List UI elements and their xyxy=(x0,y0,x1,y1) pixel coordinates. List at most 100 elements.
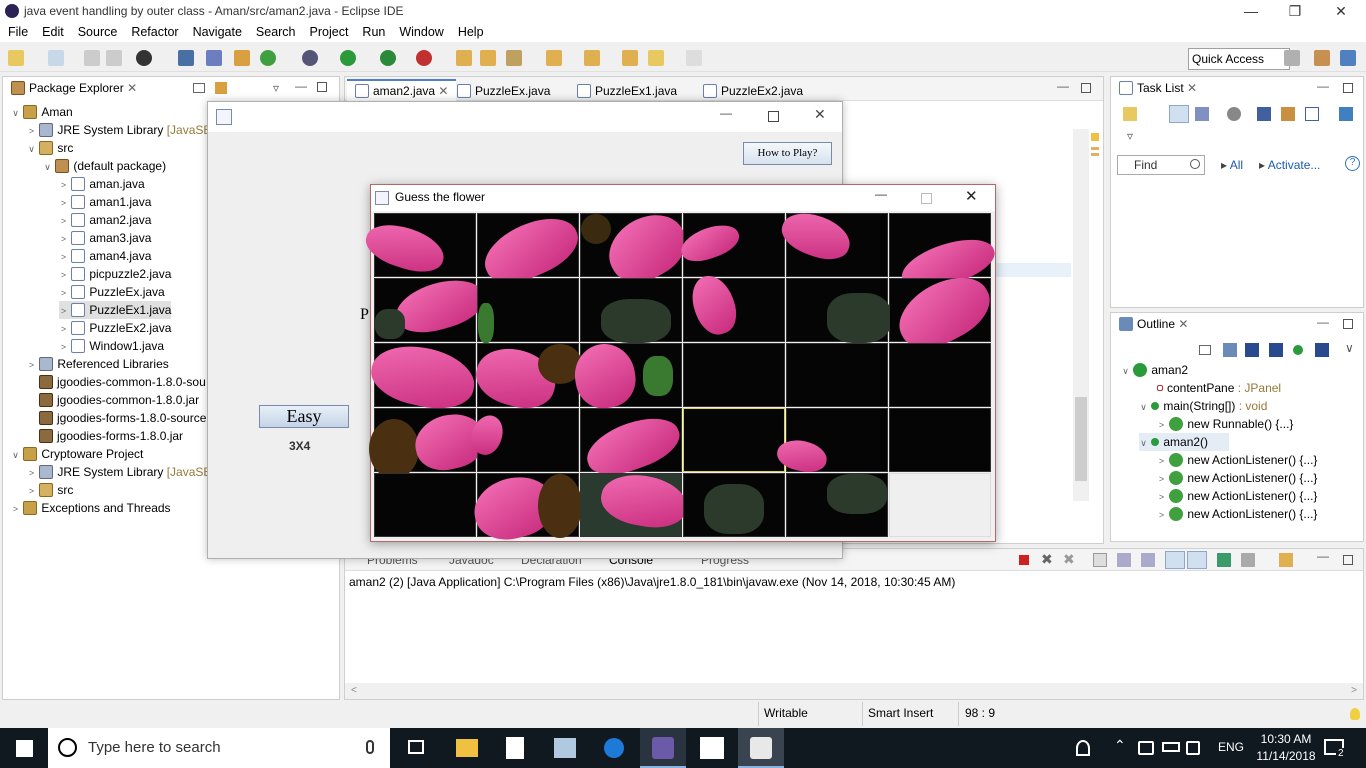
photos-icon[interactable] xyxy=(554,738,576,758)
java-perspective-icon[interactable] xyxy=(1314,50,1330,66)
puzzle-tile[interactable] xyxy=(683,473,785,537)
puzzle-tile[interactable] xyxy=(683,269,785,342)
tree-item-selected[interactable]: > PuzzleEx1.java xyxy=(59,301,171,319)
forward-icon[interactable] xyxy=(686,50,702,66)
puzzle-tile[interactable] xyxy=(676,213,785,277)
tree-item[interactable]: ∨ Aman xyxy=(11,103,73,121)
puzzle-tile[interactable] xyxy=(683,343,785,407)
new-wizard-icon[interactable] xyxy=(48,50,64,66)
tree-item[interactable]: > Referenced Libraries xyxy=(27,355,169,373)
find-input[interactable]: Find xyxy=(1117,155,1205,175)
sort-icon[interactable] xyxy=(1223,343,1237,357)
save-all-icon[interactable] xyxy=(106,50,122,66)
scroll-lock-icon[interactable] xyxy=(1117,553,1131,567)
collapse-all-icon[interactable] xyxy=(1199,345,1211,355)
puzzle-tile[interactable] xyxy=(475,206,587,294)
minimize-view-icon[interactable]: — xyxy=(1317,549,1329,563)
schedule-icon[interactable] xyxy=(1195,107,1209,121)
outline-tab[interactable]: Outline ✕ xyxy=(1111,313,1203,335)
run-icon[interactable] xyxy=(340,50,356,66)
view-menu-icon[interactable]: ▿ xyxy=(273,81,279,95)
tip-lightbulb-icon[interactable] xyxy=(1350,708,1360,720)
puzzle-tile[interactable] xyxy=(580,407,686,485)
outline-item[interactable]: contentPane : JPanel xyxy=(1157,379,1281,397)
outline-item[interactable]: > new ActionListener() {...} xyxy=(1157,451,1317,469)
focus-icon[interactable] xyxy=(1281,107,1295,121)
tree-item[interactable]: ∨ Cryptoware Project xyxy=(11,445,143,463)
easy-button[interactable]: Easy xyxy=(259,405,349,428)
editor-tab-aman2[interactable]: aman2.java ✕ xyxy=(347,79,457,101)
tree-item[interactable]: ∨ (default package) xyxy=(43,157,166,175)
view-menu-icon[interactable]: ∨ xyxy=(1345,341,1354,355)
puzzle-tile[interactable] xyxy=(467,469,582,547)
refresh-icon[interactable] xyxy=(260,50,276,66)
package-explorer-tab[interactable]: Package Explorer ✕ xyxy=(3,77,148,99)
new-java-project-icon[interactable] xyxy=(234,50,250,66)
user-icon[interactable] xyxy=(136,50,152,66)
puzzle-tile[interactable] xyxy=(786,278,891,343)
tree-item[interactable]: > JRE System Library [JavaSE-1 xyxy=(27,463,222,481)
editor-tab-puzzleex[interactable]: PuzzleEx.java xyxy=(457,81,550,101)
outline-item[interactable]: ∨ aman2() xyxy=(1139,433,1229,451)
maximize-view-icon[interactable] xyxy=(1343,319,1353,329)
puzzle-tile[interactable] xyxy=(889,213,1000,298)
outline-item[interactable]: > new ActionListener() {...} xyxy=(1157,505,1317,523)
people-icon[interactable] xyxy=(1076,740,1090,756)
open-folder-icon[interactable] xyxy=(480,50,496,66)
battery-icon[interactable] xyxy=(1162,742,1180,752)
new-task-icon[interactable] xyxy=(1123,107,1137,121)
back-icon[interactable] xyxy=(648,50,664,66)
menu-refactor[interactable]: Refactor xyxy=(123,25,184,39)
menu-project[interactable]: Project xyxy=(302,25,355,39)
sync-icon[interactable] xyxy=(1339,107,1353,121)
taskbar-search-box[interactable]: Type here to search xyxy=(48,728,390,768)
minimize-icon[interactable]: — xyxy=(1228,0,1274,22)
tree-item[interactable]: > PuzzleEx2.java xyxy=(59,319,171,337)
puzzle-tile[interactable] xyxy=(774,408,888,476)
collapse-icon[interactable] xyxy=(1305,107,1319,121)
last-edit-icon[interactable] xyxy=(622,50,638,66)
quick-access-field[interactable]: Quick Access xyxy=(1188,48,1290,70)
microphone-icon[interactable] xyxy=(366,740,374,754)
task-list-tab[interactable]: Task List ✕ xyxy=(1111,77,1211,99)
show-stdout-icon[interactable] xyxy=(1165,551,1185,569)
tree-item[interactable]: > Exceptions and Threads xyxy=(11,499,171,517)
tree-item[interactable]: jgoodies-forms-1.8.0.jar xyxy=(39,427,183,445)
hide-static-icon[interactable] xyxy=(1269,343,1283,357)
file-explorer-icon[interactable] xyxy=(456,739,478,757)
open-type-icon[interactable] xyxy=(456,50,472,66)
close-tab-icon[interactable]: ✕ xyxy=(1178,317,1188,331)
puzzle-tile[interactable] xyxy=(360,213,476,280)
minimize-view-icon[interactable]: — xyxy=(295,79,307,93)
close-icon[interactable]: ✕ xyxy=(814,106,826,123)
save-icon[interactable] xyxy=(84,50,100,66)
display-console-icon[interactable] xyxy=(1241,553,1255,567)
tree-item[interactable]: > src xyxy=(27,481,73,499)
menu-search[interactable]: Search xyxy=(248,25,302,39)
maximize-view-icon[interactable] xyxy=(1081,83,1091,93)
maximize-icon[interactable]: ❐ xyxy=(1272,0,1318,22)
search-tool-icon[interactable] xyxy=(506,50,522,66)
minimize-view-icon[interactable]: — xyxy=(1057,79,1069,93)
prev-annotation-icon[interactable] xyxy=(584,50,600,66)
external-tools-icon[interactable] xyxy=(416,50,432,66)
coverage-icon[interactable] xyxy=(380,50,396,66)
puzzle-tile[interactable] xyxy=(466,408,579,472)
tree-item[interactable]: > aman4.java xyxy=(59,247,151,265)
hide-completed-icon[interactable] xyxy=(1257,107,1271,121)
debug-icon[interactable] xyxy=(302,50,318,66)
edge-icon[interactable] xyxy=(604,738,624,758)
how-to-play-button[interactable]: How to Play? xyxy=(743,142,832,165)
skip-breakpoints-icon[interactable] xyxy=(206,50,222,66)
hide-fields-icon[interactable] xyxy=(1245,343,1259,357)
menu-source[interactable]: Source xyxy=(70,25,124,39)
minimize-view-icon[interactable]: — xyxy=(1317,315,1329,329)
minimize-icon[interactable]: — xyxy=(720,106,732,120)
puzzle-tile[interactable] xyxy=(888,263,1000,361)
menu-navigate[interactable]: Navigate xyxy=(185,25,248,39)
puzzle-tile[interactable] xyxy=(374,271,490,342)
editor-tab-puzzleex2[interactable]: PuzzleEx2.java xyxy=(703,81,803,101)
show-stderr-icon[interactable] xyxy=(1187,551,1207,569)
next-annotation-icon[interactable] xyxy=(546,50,562,66)
tree-item[interactable]: > Window1.java xyxy=(59,337,164,355)
